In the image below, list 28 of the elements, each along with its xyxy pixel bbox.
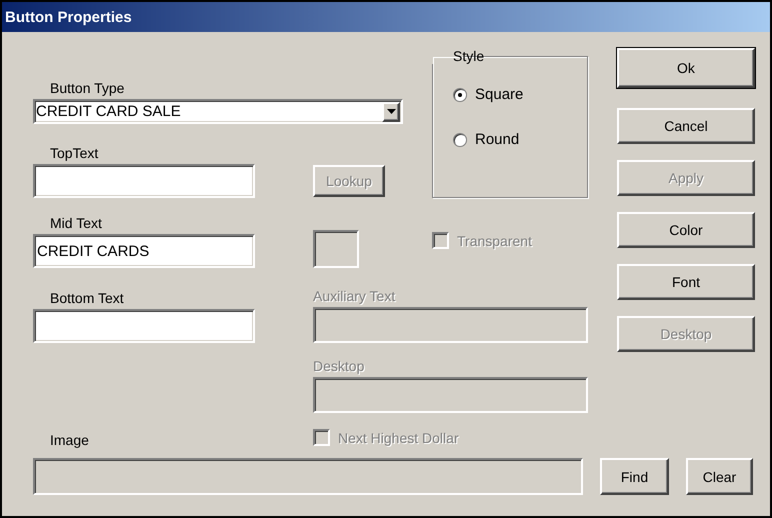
field-label: Desktop [313,358,364,374]
field-label: Bottom Text [49,290,124,306]
field-label: Mid Text [49,215,102,231]
field-label: Button Type [49,80,124,96]
window-title: Button Properties [5,8,132,26]
dialog-button[interactable]: Color [617,212,755,248]
dropdown-button[interactable] [382,102,400,122]
dialog-button[interactable]: Font [617,264,755,300]
text-field[interactable]: CREDIT CARDS [33,234,255,268]
checkbox-label: Transparent [457,232,532,248]
radio-button[interactable] [453,88,467,102]
dialog-button[interactable]: Ok [617,48,755,88]
radio-label: Square [475,86,524,103]
field-label: Image [49,432,89,448]
field-label: Auxiliary Text [313,288,396,304]
image-button[interactable]: Find [600,458,669,495]
radio-button[interactable] [453,132,467,146]
checkbox-label: Next Highest Dollar [338,430,459,446]
text-field[interactable] [33,309,255,343]
dialog-button[interactable]: Cancel [617,108,755,144]
radio-label: Round [475,131,520,148]
dropdown-field[interactable]: CREDIT CARD SALE [33,99,403,124]
group-title: Style [452,48,486,64]
caret-icon [386,109,396,114]
image-button[interactable]: Clear [686,458,753,495]
color-swatch[interactable] [313,230,359,268]
text-field[interactable] [33,164,255,198]
field-label: TopText [49,145,98,161]
